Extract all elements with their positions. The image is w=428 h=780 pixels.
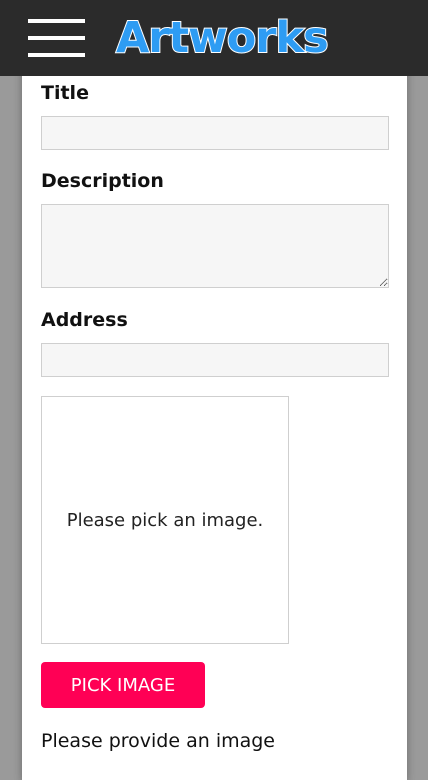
hamburger-bar (28, 19, 85, 23)
pick-image-button[interactable]: PICK IMAGE (41, 662, 205, 708)
address-input[interactable] (41, 343, 389, 377)
app-header: Artworks (0, 0, 428, 76)
hamburger-menu-icon[interactable] (28, 17, 85, 59)
validation-message: Please provide an image (41, 730, 275, 752)
description-label: Description (41, 170, 164, 192)
hamburger-bar (28, 36, 85, 40)
title-input[interactable] (41, 116, 389, 150)
hamburger-bar (28, 53, 85, 57)
app-title[interactable]: Artworks (115, 10, 330, 66)
title-label: Title (41, 82, 89, 104)
image-preview: Please pick an image. (41, 396, 289, 644)
image-placeholder-text: Please pick an image. (66, 509, 264, 531)
address-label: Address (41, 309, 128, 331)
description-textarea[interactable] (41, 204, 389, 288)
